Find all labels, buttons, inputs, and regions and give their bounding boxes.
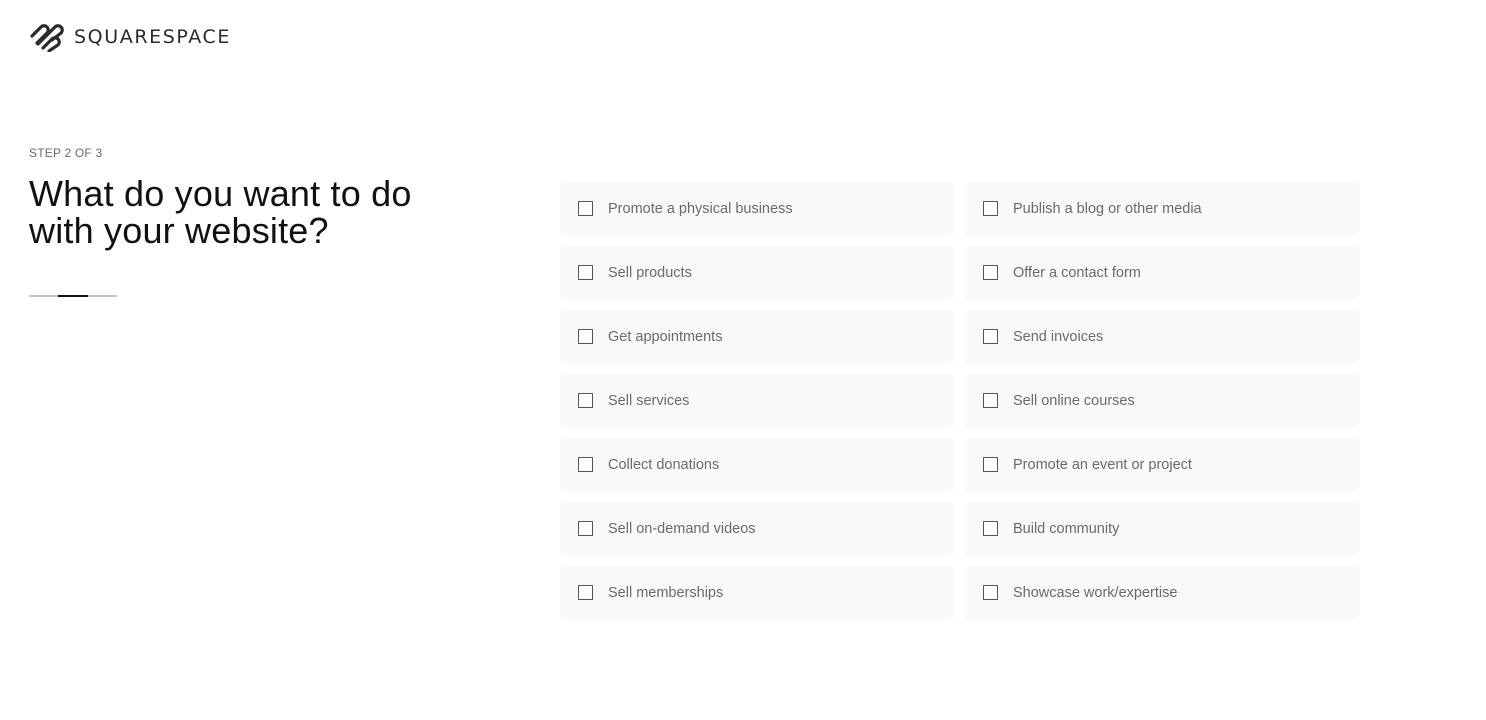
checkbox[interactable] <box>578 521 593 536</box>
checkbox[interactable] <box>983 521 998 536</box>
option-label: Sell online courses <box>1013 392 1135 409</box>
option-label: Showcase work/expertise <box>1013 584 1178 601</box>
checkbox[interactable] <box>578 457 593 472</box>
option-collect-donations[interactable]: Collect donations <box>560 438 954 491</box>
option-get-appointments[interactable]: Get appointments <box>560 310 954 363</box>
checkbox[interactable] <box>983 329 998 344</box>
checkbox[interactable] <box>983 585 998 600</box>
option-sell-online-courses[interactable]: Sell online courses <box>965 374 1359 427</box>
checkbox[interactable] <box>983 201 998 216</box>
option-build-community[interactable]: Build community <box>965 502 1359 555</box>
option-promote-physical-business[interactable]: Promote a physical business <box>560 182 954 235</box>
option-publish-blog[interactable]: Publish a blog or other media <box>965 182 1359 235</box>
checkbox[interactable] <box>983 393 998 408</box>
checkbox[interactable] <box>983 265 998 280</box>
progress-segment-1 <box>29 295 59 297</box>
step-indicator: STEP 2 OF 3 <box>29 146 103 160</box>
option-send-invoices[interactable]: Send invoices <box>965 310 1359 363</box>
checkbox[interactable] <box>578 201 593 216</box>
option-label: Send invoices <box>1013 328 1104 345</box>
option-label: Get appointments <box>608 328 723 345</box>
checkbox[interactable] <box>578 393 593 408</box>
option-showcase-work[interactable]: Showcase work/expertise <box>965 566 1359 619</box>
option-sell-memberships[interactable]: Sell memberships <box>560 566 954 619</box>
option-label: Sell on-demand videos <box>608 520 756 537</box>
progress-segment-3 <box>87 295 117 297</box>
option-label: Sell memberships <box>608 584 724 601</box>
option-label: Sell services <box>608 392 690 409</box>
checkbox[interactable] <box>578 329 593 344</box>
squarespace-logo[interactable]: SQUARESPACE <box>29 22 231 52</box>
option-contact-form[interactable]: Offer a contact form <box>965 246 1359 299</box>
option-sell-products[interactable]: Sell products <box>560 246 954 299</box>
option-promote-event[interactable]: Promote an event or project <box>965 438 1359 491</box>
page-title: What do you want to do with your website… <box>29 173 412 251</box>
checkbox[interactable] <box>578 585 593 600</box>
option-label: Promote an event or project <box>1013 456 1192 473</box>
squarespace-logo-icon <box>30 24 64 52</box>
option-label: Promote a physical business <box>608 200 793 217</box>
step-progress-bar <box>29 295 117 297</box>
option-sell-on-demand-videos[interactable]: Sell on-demand videos <box>560 502 954 555</box>
checkbox[interactable] <box>983 457 998 472</box>
option-label: Sell products <box>608 264 692 281</box>
progress-segment-2 <box>58 295 88 297</box>
checkbox[interactable] <box>578 265 593 280</box>
option-label: Collect donations <box>608 456 720 473</box>
logo-wordmark: SQUARESPACE <box>74 26 231 48</box>
option-label: Offer a contact form <box>1013 264 1141 281</box>
option-label: Build community <box>1013 520 1120 537</box>
option-sell-services[interactable]: Sell services <box>560 374 954 427</box>
goal-options-grid: Promote a physical business Publish a bl… <box>560 182 1359 619</box>
option-label: Publish a blog or other media <box>1013 200 1202 217</box>
